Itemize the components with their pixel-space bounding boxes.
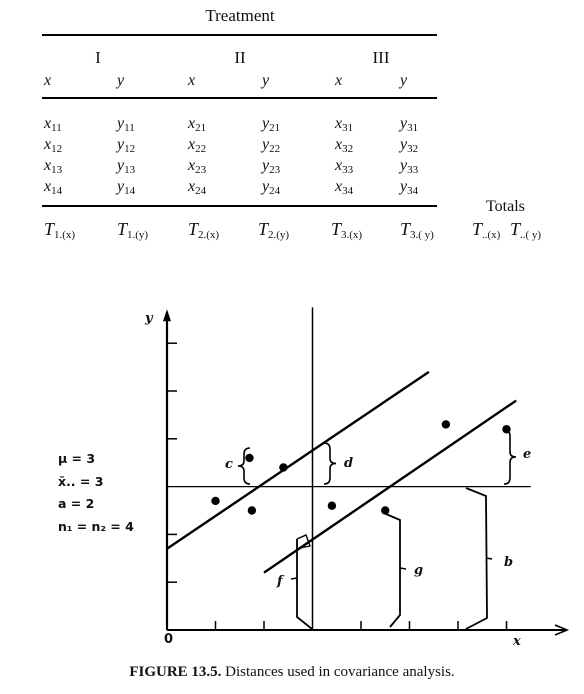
data-point [247,506,257,515]
origin-label: 0 [164,632,174,647]
data-point [441,420,451,429]
distance-label-e: e [523,447,532,462]
bracket-b-tip [485,557,493,560]
regression-line-1 [166,370,430,550]
param-n: n₁ = n₂ = 4 [58,518,134,534]
figure-caption: FIGURE 13.5. Distances used in covarianc… [0,664,584,681]
figure-parameters: μ = 3 x̄.. = 3 a = 2 n₁ = n₂ = 4 [58,448,134,538]
data-point [381,506,390,515]
distance-label-b: b [504,555,514,570]
caption-number: FIGURE 13.5. [129,664,222,680]
bracket-f [296,539,313,630]
brace-e [503,429,517,485]
data-point [327,501,337,510]
brace-d [323,442,337,485]
bracket-b [465,487,488,630]
covariance-figure [163,307,570,636]
param-mu: μ = 3 [58,451,96,466]
param-xbar: x̄.. = 3 [58,473,104,489]
y-axis-arrow [163,309,171,322]
bracket-g [385,513,401,628]
data-point [245,453,254,463]
distance-label-d: d [344,456,354,471]
x-axis-label: x [513,634,521,649]
param-a: a = 2 [58,496,95,511]
brace-c [237,447,251,485]
data-point [279,463,288,472]
caption-text: Distances used in covariance analysis. [225,664,455,680]
distance-label-c: c [225,457,233,472]
distance-label-f: f [277,574,283,589]
y-axis-label: y [145,311,153,326]
bracket-f-tip [290,577,298,580]
distance-label-g: g [414,563,424,578]
bracket-g-tip [399,567,407,570]
data-point [211,496,220,506]
